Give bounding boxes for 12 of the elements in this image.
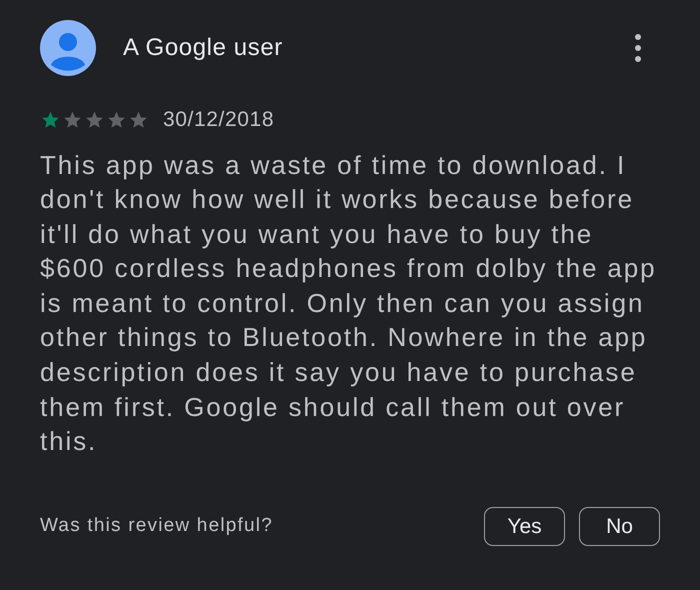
star-icon xyxy=(62,110,83,130)
star-icon xyxy=(84,110,105,130)
review-date: 30/12/2018 xyxy=(163,107,274,133)
star-icon xyxy=(128,110,149,130)
review-text: This app was a waste of time to download. I don't know how well it works because before it'll do what you want you have to buy the $600 cordless headphones from dolby the app is meant to control. Only then can you assign other things to Bluetooth. Nowhere in the app description does it say you have to purchase them first. Google should call them out over this. xyxy=(40,148,658,458)
helpful-button[interactable]: No xyxy=(579,506,660,546)
helpful-button[interactable]: Yes xyxy=(484,506,565,546)
star-icon xyxy=(40,110,61,130)
star-icon xyxy=(106,110,127,130)
helpful-question: Was this review helpful? xyxy=(40,514,273,538)
avatar-icon xyxy=(40,20,96,76)
author-name: A Google user xyxy=(123,33,283,63)
